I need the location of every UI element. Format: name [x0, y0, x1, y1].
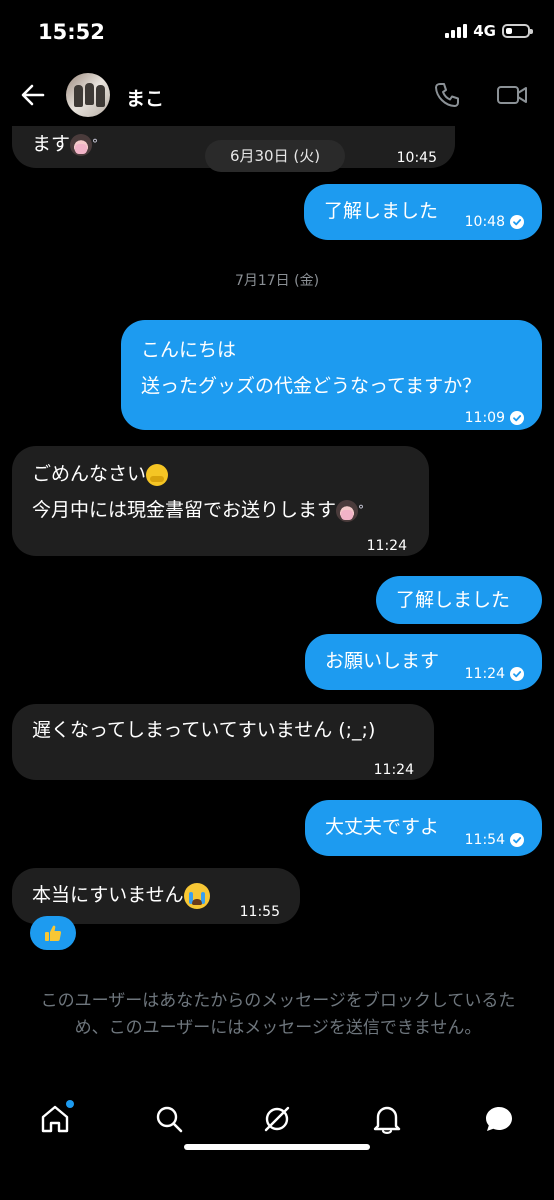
message-text: 大丈夫ですよ	[325, 816, 440, 838]
message-time: 11:55	[239, 904, 280, 920]
search-icon[interactable]	[152, 1102, 186, 1136]
message-time: 11:09	[464, 410, 505, 426]
bowing-woman-emoji	[336, 499, 359, 522]
message-time: 11:24	[373, 762, 414, 778]
sweat-drop-emoji: °	[92, 137, 99, 151]
floating-date-pill: 6月30日 (火)	[205, 140, 345, 172]
avatar[interactable]	[66, 73, 110, 117]
message-text: ます	[32, 133, 71, 155]
message-time: 10:48	[464, 214, 505, 230]
message-text-line: こんにちは	[141, 339, 237, 361]
message-text: お願いします	[325, 650, 440, 672]
read-check-icon	[510, 215, 524, 229]
battery-icon	[502, 24, 533, 38]
status-indicators: 4G	[445, 22, 533, 40]
thumbs-up-icon	[45, 925, 62, 941]
message-time: 10:45	[396, 150, 437, 166]
message-text: 了解しました	[396, 589, 511, 611]
message-bubble-outgoing[interactable]: こんにちは 送ったグッズの代金どうなってますか？ 11:09	[121, 320, 542, 430]
home-notification-dot	[66, 1100, 74, 1108]
contact-name[interactable]: まこ	[126, 84, 164, 111]
message-bubble-incoming[interactable]: 遅くなってしまっていてすいません (;_;) 11:24	[12, 704, 434, 780]
message-text: 本当にすいません	[32, 884, 184, 906]
read-check-icon	[510, 411, 524, 425]
crying-face-emoji	[183, 882, 210, 909]
message-bubble-outgoing[interactable]: 大丈夫ですよ 11:54	[305, 800, 542, 856]
message-time: 11:24	[366, 538, 407, 554]
message-time: 11:24	[464, 666, 505, 682]
message-text-line: ごめんなさい	[32, 463, 147, 485]
bottom-tab-bar	[0, 1090, 554, 1160]
message-text-line: 今月中には現金書留でお送りします	[32, 499, 337, 521]
network-label: 4G	[473, 22, 496, 40]
message-text: 了解しました	[324, 200, 439, 222]
signal-icon	[445, 24, 468, 38]
read-check-icon	[510, 667, 524, 681]
message-text: 遅くなってしまっていてすいません (;_;)	[32, 719, 376, 741]
message-bubble-incoming[interactable]: ごめんなさい 今月中には現金書留でお送りします ° 11:24	[12, 446, 429, 556]
back-arrow-icon[interactable]	[18, 80, 48, 110]
date-separator: 7月17日 (金)	[234, 273, 320, 289]
read-check-icon	[510, 833, 524, 847]
notifications-icon[interactable]	[370, 1102, 404, 1136]
thumbs-up-reaction[interactable]	[30, 916, 76, 950]
message-bubble-outgoing[interactable]: 了解しました	[376, 576, 542, 624]
home-indicator	[184, 1144, 370, 1150]
message-time: 11:54	[464, 832, 505, 848]
home-icon[interactable]	[38, 1100, 74, 1136]
spaces-icon[interactable]	[260, 1102, 294, 1136]
message-bubble-outgoing[interactable]: 了解しました 10:48	[304, 184, 542, 240]
blocked-notice: このユーザーはあなたからのメッセージをブロックしているため、このユーザーにはメッ…	[40, 991, 516, 1038]
sweat-drop-emoji: °	[358, 503, 365, 517]
status-time: 15:52	[38, 20, 105, 44]
message-bubble-outgoing[interactable]: お願いします 11:24	[305, 634, 542, 690]
status-bar: 15:52 4G	[0, 0, 554, 64]
phone-icon[interactable]	[432, 80, 462, 110]
video-call-icon[interactable]	[496, 80, 528, 110]
message-text-line: 送ったグッズの代金どうなってますか？	[141, 375, 482, 397]
conversation-header: まこ	[0, 64, 554, 126]
messages-icon[interactable]	[482, 1102, 516, 1136]
bowing-person-emoji	[146, 463, 169, 486]
bowing-woman-emoji	[70, 133, 93, 156]
